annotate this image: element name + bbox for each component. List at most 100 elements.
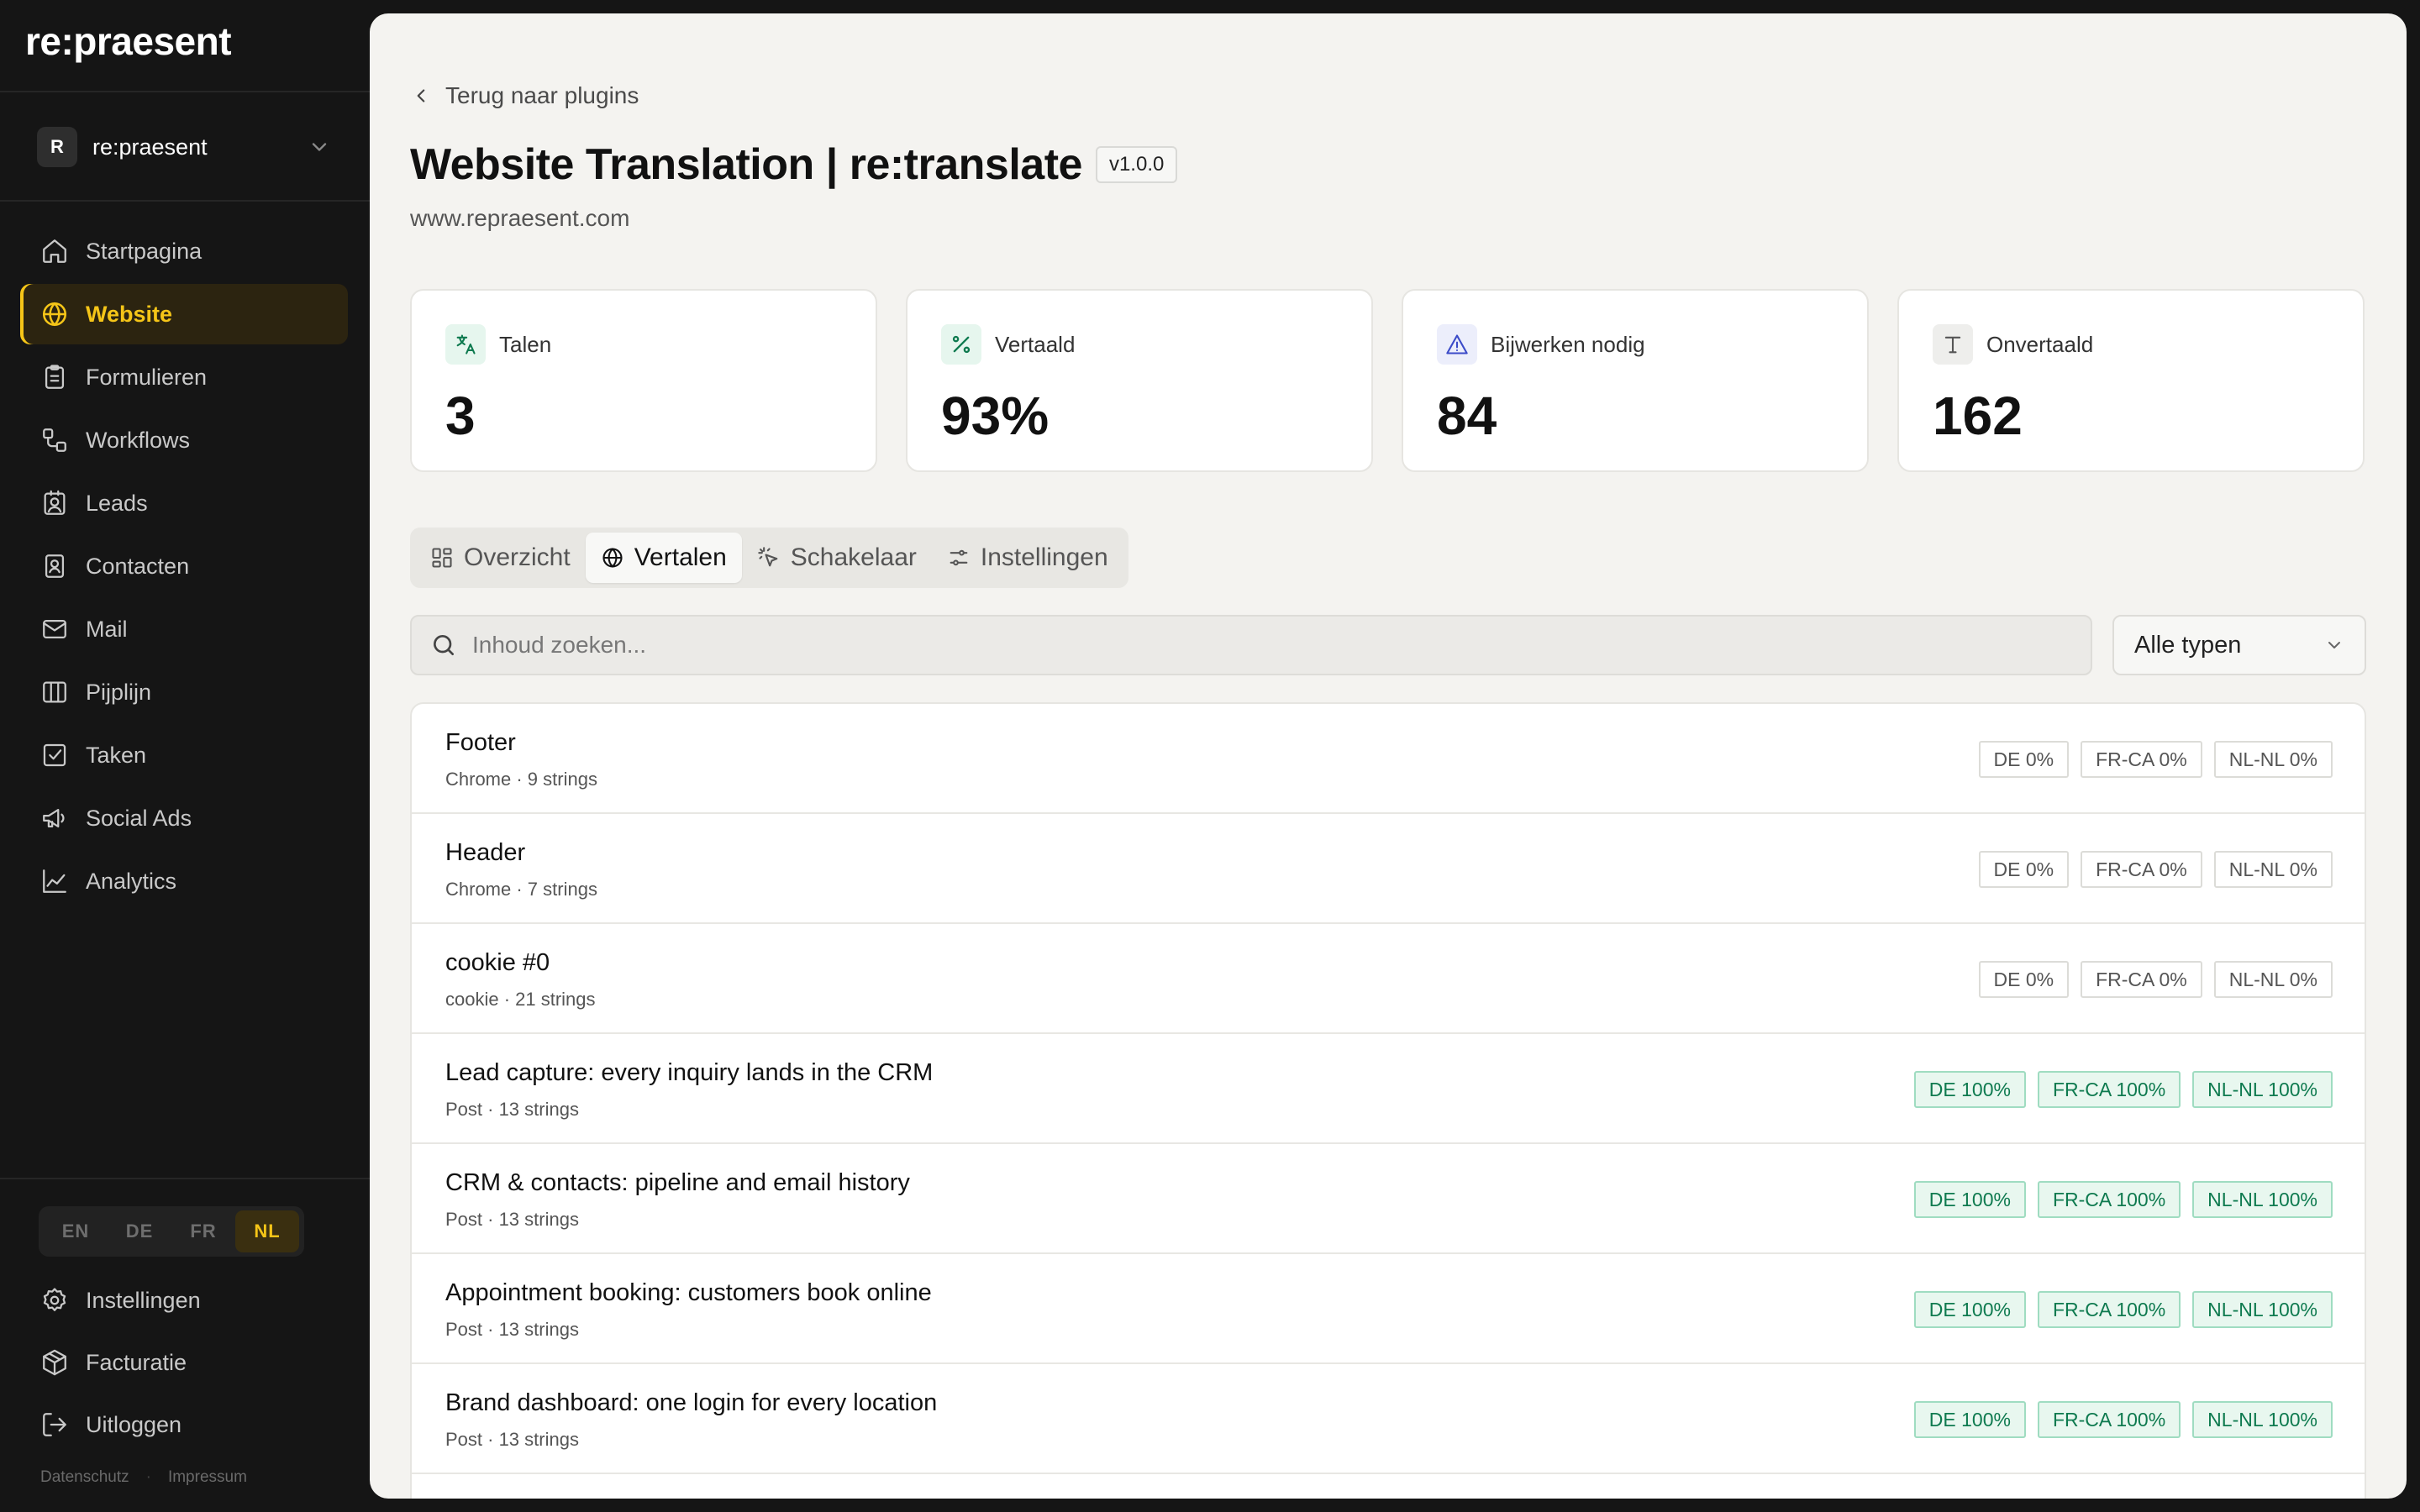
type-filter-value: Alle typen <box>2134 631 2242 659</box>
content-list: Footer Chrome · 9 strings DE 0% FR-CA 0%… <box>410 702 2366 1499</box>
grid-icon <box>432 548 452 568</box>
tab-label: Instellingen <box>980 543 1108 571</box>
sidebar-item-label: Website <box>86 301 173 327</box>
text-icon <box>1944 336 1961 354</box>
language-progress-badge[interactable]: DE 100% <box>1913 1071 2026 1108</box>
language-progress-badge[interactable]: DE 100% <box>1913 1181 2026 1218</box>
list-item[interactable]: CRM & contacts: pipeline and email histo… <box>412 1144 2365 1254</box>
list-item[interactable]: Brand dashboard: one login for every loc… <box>412 1364 2365 1474</box>
item-meta: Chrome · 7 strings <box>445 879 597 900</box>
stat-icon-box <box>941 324 981 365</box>
sidebar-item-mail[interactable]: Mail <box>20 599 348 659</box>
language-progress-badge[interactable]: NL-NL 0% <box>2213 961 2333 998</box>
mail-icon <box>43 619 66 639</box>
sidebar-item-social-ads[interactable]: Social Ads <box>20 788 348 848</box>
stat-label: Bijwerken nodig <box>1491 331 1645 357</box>
sidebar-item-label: Workflows <box>86 427 191 453</box>
item-title: CRM & contacts: pipeline and email histo… <box>445 1169 910 1196</box>
stat-card-onvertaald: Onvertaald 162 <box>1897 289 2365 472</box>
tab-vertalen[interactable]: Vertalen <box>585 533 742 583</box>
language-progress-badge[interactable]: FR-CA 100% <box>2037 1181 2181 1218</box>
item-title: cookie #0 <box>445 949 550 976</box>
sidebar-item-website[interactable]: Website <box>20 284 348 344</box>
item-title: Brand dashboard: one login for every loc… <box>445 1389 938 1416</box>
language-progress-badge[interactable]: DE 0% <box>1978 741 2070 778</box>
tab-instellingen[interactable]: Instellingen <box>932 533 1123 583</box>
list-item[interactable]: Lead capture: every inquiry lands in the… <box>412 1034 2365 1144</box>
sidebar-item-formulieren[interactable]: Formulieren <box>20 347 348 407</box>
sidebar-item-contacten[interactable]: Contacten <box>20 536 348 596</box>
language-progress-badge[interactable]: NL-NL 100% <box>2192 1401 2333 1438</box>
sidebar: re:praesent R re:praesent Startpagina We… <box>0 0 370 1512</box>
list-item[interactable]: Header Chrome · 7 strings DE 0% FR-CA 0%… <box>412 814 2365 924</box>
sidebar-item-analytics[interactable]: Analytics <box>20 851 348 911</box>
item-meta: Post · 13 strings <box>445 1319 579 1340</box>
sidebar-item-workflows[interactable]: Workflows <box>20 410 348 470</box>
language-progress-badge[interactable]: DE 0% <box>1978 851 2070 888</box>
item-meta: Chrome · 9 strings <box>445 769 597 790</box>
search-input[interactable] <box>472 632 2069 659</box>
tab-schakelaar[interactable]: Schakelaar <box>742 533 932 583</box>
language-fr-button[interactable]: FR <box>171 1210 235 1252</box>
columns-icon <box>43 681 66 703</box>
workspace-switcher[interactable]: R re:praesent <box>25 116 343 178</box>
title-row: Website Translation | re:translate v1.0.… <box>410 139 1178 190</box>
language-nl-button[interactable]: NL <box>235 1210 299 1252</box>
language-progress-badge[interactable]: DE 100% <box>1913 1291 2026 1328</box>
back-to-plugins-link[interactable]: Terug naar plugins <box>410 82 639 109</box>
sidebar-item-pijplijn[interactable]: Pijplijn <box>20 662 348 722</box>
sidebar-divider <box>0 1178 370 1179</box>
item-title: Footer <box>445 729 516 756</box>
language-en-button[interactable]: EN <box>44 1210 108 1252</box>
language-progress-badge[interactable]: DE 100% <box>1913 1401 2026 1438</box>
sidebar-divider <box>0 200 370 202</box>
language-progress-badge[interactable]: NL-NL 0% <box>2213 741 2333 778</box>
chart-icon <box>43 869 66 893</box>
gear-icon <box>43 1288 66 1311</box>
translate-icon <box>456 334 476 354</box>
sidebar-item-label: Mail <box>86 616 128 642</box>
language-progress-badge[interactable]: FR-CA 0% <box>2081 961 2202 998</box>
language-progress-badge[interactable]: NL-NL 100% <box>2192 1181 2333 1218</box>
sidebar-item-label: Facturatie <box>86 1349 187 1375</box>
language-progress-badge[interactable]: NL-NL 100% <box>2192 1291 2333 1328</box>
workflow-icon <box>43 428 66 452</box>
imprint-link[interactable]: Impressum <box>168 1468 247 1487</box>
stat-value: 84 <box>1437 386 1497 446</box>
item-meta: cookie · 21 strings <box>445 989 596 1010</box>
sidebar-item-startpagina[interactable]: Startpagina <box>20 221 348 281</box>
logout-icon <box>43 1413 66 1436</box>
tab-overzicht[interactable]: Overzicht <box>415 533 586 583</box>
language-progress-badge[interactable]: FR-CA 100% <box>2037 1291 2181 1328</box>
stat-label: Talen <box>499 331 552 357</box>
type-filter-select[interactable]: Alle typen <box>2112 615 2366 675</box>
sidebar-item-instellingen[interactable]: Instellingen <box>20 1270 348 1331</box>
clipboard-icon <box>45 365 65 389</box>
click-icon <box>758 547 778 567</box>
language-progress-badge[interactable]: NL-NL 100% <box>2192 1071 2333 1108</box>
logout-button[interactable]: Uitloggen <box>20 1394 348 1455</box>
sidebar-item-label: Social Ads <box>86 805 192 831</box>
privacy-link[interactable]: Datenschutz <box>40 1468 129 1487</box>
language-progress-badge[interactable]: FR-CA 100% <box>2037 1401 2181 1438</box>
item-meta: Post · 13 strings <box>445 1209 579 1230</box>
sidebar-item-taken[interactable]: Taken <box>20 725 348 785</box>
app-logo[interactable]: re:praesent <box>25 18 232 64</box>
language-progress-badge[interactable]: FR-CA 0% <box>2081 741 2202 778</box>
language-progress-badge[interactable]: DE 0% <box>1978 961 2070 998</box>
language-progress-badge[interactable]: NL-NL 0% <box>2213 851 2333 888</box>
sidebar-item-leads[interactable]: Leads <box>20 473 348 533</box>
sidebar-item-facturatie[interactable]: Facturatie <box>20 1332 348 1393</box>
percent-icon <box>952 335 971 354</box>
list-item[interactable]: Appointment booking: customers book onli… <box>412 1254 2365 1364</box>
chevron-left-icon <box>417 89 425 102</box>
globe-icon <box>42 302 67 327</box>
site-domain: www.repraesent.com <box>410 205 630 231</box>
workspace-name: re:praesent <box>92 134 208 160</box>
list-item[interactable]: cookie #0 cookie · 21 strings DE 0% FR-C… <box>412 924 2365 1034</box>
language-progress-badge[interactable]: FR-CA 0% <box>2081 851 2202 888</box>
language-de-button[interactable]: DE <box>108 1210 171 1252</box>
list-item[interactable]: Footer Chrome · 9 strings DE 0% FR-CA 0%… <box>412 704 2365 814</box>
stat-icon-box <box>1437 324 1477 365</box>
language-progress-badge[interactable]: FR-CA 100% <box>2037 1071 2181 1108</box>
